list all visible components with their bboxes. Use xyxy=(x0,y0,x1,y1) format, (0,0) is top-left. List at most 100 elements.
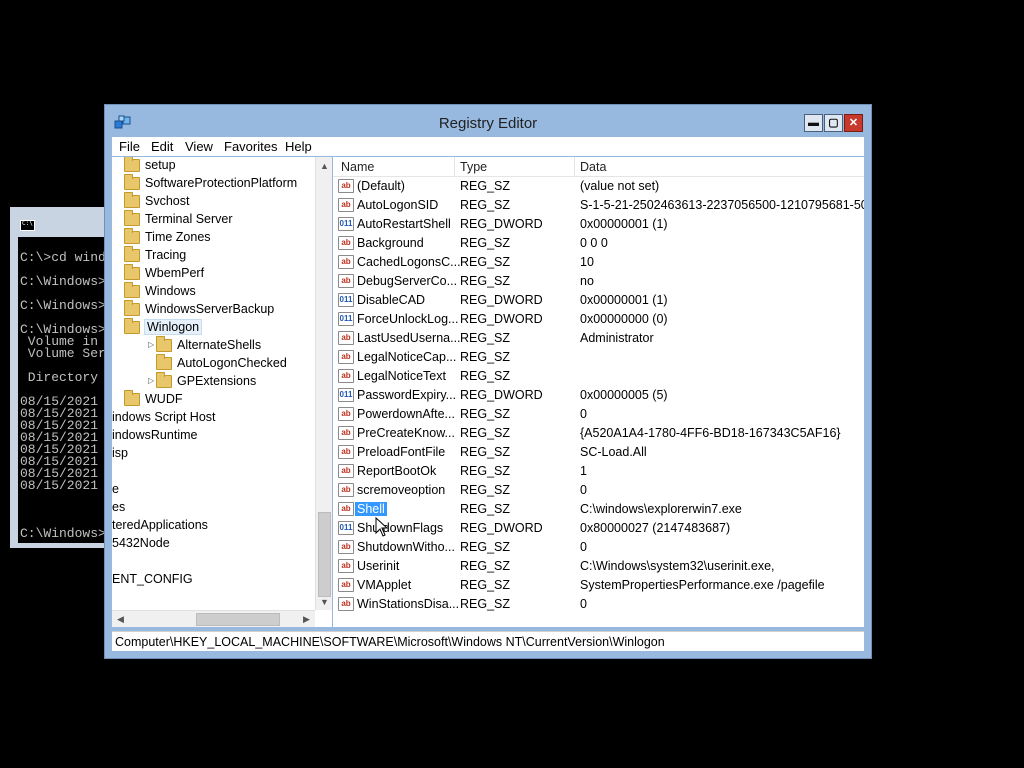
value-name: ShutdownFlags xyxy=(357,521,444,535)
value-row[interactable]: 011 ShutdownFlags REG_DWORD 0x80000027 (214… xyxy=(333,519,864,538)
value-type: REG_SZ xyxy=(460,578,511,592)
value-type: REG_DWORD xyxy=(460,293,543,307)
titlebar[interactable]: Registry Editor ▬ ▢ ✕ xyxy=(105,105,871,137)
scroll-right-arrow-icon[interactable]: ▶ xyxy=(298,611,315,627)
value-row[interactable]: ab CachedLogonsC... REG_SZ 10 xyxy=(333,253,864,272)
tree-scroll-thumb[interactable] xyxy=(318,512,331,597)
folder-icon xyxy=(124,300,140,316)
menu-edit[interactable]: Edit xyxy=(151,139,173,154)
value-data: 1 xyxy=(580,464,587,478)
tree-item-label: WindowsServerBackup xyxy=(145,302,275,316)
value-row[interactable]: ab Userinit REG_SZ C:\Windows\system32\user… xyxy=(333,557,864,576)
value-row[interactable]: ab ShutdownWitho... REG_SZ 0 xyxy=(333,538,864,557)
tree-item-label: Windows xyxy=(145,284,196,298)
value-type: REG_SZ xyxy=(460,407,511,421)
console-line: C:\Windows> xyxy=(20,526,106,541)
column-divider[interactable] xyxy=(454,157,455,177)
close-button[interactable]: ✕ xyxy=(844,114,863,132)
tree-item-label: Time Zones xyxy=(145,230,211,244)
scroll-left-arrow-icon[interactable]: ◀ xyxy=(112,611,129,627)
folder-icon xyxy=(124,157,140,172)
column-divider[interactable] xyxy=(574,157,575,177)
maximize-button[interactable]: ▢ xyxy=(824,114,843,132)
string-value-icon: ab xyxy=(338,483,354,497)
string-value-icon: ab xyxy=(338,559,354,573)
value-data: 0 xyxy=(580,597,587,611)
menu-view[interactable]: View xyxy=(185,139,213,154)
value-row[interactable]: ab VMApplet REG_SZ SystemPropertiesPerforma… xyxy=(333,576,864,595)
value-name: LegalNoticeCap... xyxy=(357,350,457,364)
value-row[interactable]: ab LegalNoticeText REG_SZ xyxy=(333,367,864,386)
column-header-data[interactable]: Data xyxy=(580,160,606,174)
value-data: C:\windows\explorerwin7.exe xyxy=(580,502,742,516)
value-name: LastUsedUserna... xyxy=(357,331,461,345)
value-name: LegalNoticeText xyxy=(357,369,446,383)
key-path: Computer\HKEY_LOCAL_MACHINE\SOFTWARE\Mic… xyxy=(115,635,665,649)
folder-icon xyxy=(124,210,140,226)
expand-arrow-icon[interactable]: ▷ xyxy=(148,340,156,349)
folder-icon xyxy=(124,192,140,208)
value-data: 0x00000005 (5) xyxy=(580,388,668,402)
menu-help[interactable]: Help xyxy=(285,139,312,154)
binary-value-icon: 011 xyxy=(338,312,354,326)
tree-item-label: es xyxy=(112,500,126,514)
command-prompt-window[interactable]: C:\>cd wind C:\Windows> C:\Windows> C:\W… xyxy=(10,207,106,548)
value-row[interactable]: 011 DisableCAD REG_DWORD 0x00000001 (1) xyxy=(333,291,864,310)
value-row[interactable]: ab Background REG_SZ 0 0 0 xyxy=(333,234,864,253)
value-row[interactable]: ab AutoLogonSID REG_SZ S-1-5-21-2502463613-… xyxy=(333,196,864,215)
string-value-icon: ab xyxy=(338,407,354,421)
column-header-type[interactable]: Type xyxy=(460,160,487,174)
value-type: REG_SZ xyxy=(460,236,511,250)
value-row[interactable]: ab Shell REG_SZ C:\windows\explorerwin7.exe xyxy=(333,500,864,519)
tree-item-label: teredApplications xyxy=(112,518,208,532)
value-list-pane[interactable]: Name Type Data ab (Default) REG_SZ (value n… xyxy=(333,157,864,627)
value-name: Shell xyxy=(355,502,387,516)
tree-item-label: WbemPerf xyxy=(145,266,205,280)
tree-vertical-scrollbar[interactable]: ▲ ▼ xyxy=(315,157,332,610)
registry-editor-window[interactable]: Registry Editor ▬ ▢ ✕ File Edit View Fav… xyxy=(104,104,872,659)
binary-value-icon: 011 xyxy=(338,293,354,307)
value-row[interactable]: ab scremoveoption REG_SZ 0 xyxy=(333,481,864,500)
menu-file[interactable]: File xyxy=(119,139,140,154)
key-tree-pane[interactable]: setup SoftwareProtectionPlatform Svchost Te… xyxy=(112,157,332,627)
minimize-button[interactable]: ▬ xyxy=(804,114,823,132)
value-row[interactable]: 011 AutoRestartShell REG_DWORD 0x00000001 (… xyxy=(333,215,864,234)
value-row[interactable]: ab LastUsedUserna... REG_SZ Administrator xyxy=(333,329,864,348)
value-row[interactable]: ab PreCreateKnow... REG_SZ {A520A1A4-1780-4… xyxy=(333,424,864,443)
column-header-name[interactable]: Name xyxy=(341,160,374,174)
expand-arrow-icon[interactable]: ▷ xyxy=(148,376,156,385)
menu-favorites[interactable]: Favorites xyxy=(224,139,277,154)
value-data: 0x80000027 (2147483687) xyxy=(580,521,731,535)
command-prompt-titlebar[interactable] xyxy=(10,207,106,237)
folder-icon xyxy=(156,354,172,370)
binary-value-icon: 011 xyxy=(338,521,354,535)
value-row[interactable]: 011 ForceUnlockLog... REG_DWORD 0x00000000 … xyxy=(333,310,864,329)
value-type: REG_SZ xyxy=(460,445,511,459)
value-name: ShutdownWitho... xyxy=(357,540,455,554)
tree-horizontal-scrollbar[interactable]: ◀ ▶ xyxy=(112,610,315,627)
value-row[interactable]: ab LegalNoticeCap... REG_SZ xyxy=(333,348,864,367)
value-name: (Default) xyxy=(357,179,405,193)
tree-item-label: Winlogon xyxy=(143,319,203,335)
value-name: PreloadFontFile xyxy=(357,445,446,459)
value-name: PowerdownAfte... xyxy=(357,407,455,421)
value-name: Background xyxy=(357,236,424,250)
value-row[interactable]: ab DebugServerCo... REG_SZ no xyxy=(333,272,864,291)
scroll-down-arrow-icon[interactable]: ▼ xyxy=(316,593,332,610)
value-row[interactable]: ab (Default) REG_SZ (value not set) xyxy=(333,177,864,196)
value-name: PreCreateKnow... xyxy=(357,426,455,440)
value-data: {A520A1A4-1780-4FF6-BD18-167343C5AF16} xyxy=(580,426,841,440)
value-row[interactable]: ab PowerdownAfte... REG_SZ 0 xyxy=(333,405,864,424)
tree-item-label: indowsRuntime xyxy=(112,428,198,442)
value-row[interactable]: ab PreloadFontFile REG_SZ SC-Load.All xyxy=(333,443,864,462)
value-row[interactable]: ab WinStationsDisa... REG_SZ 0 xyxy=(333,595,864,614)
console-icon xyxy=(20,220,35,231)
value-type: REG_SZ xyxy=(460,369,511,383)
mouse-pointer-icon xyxy=(375,517,389,537)
folder-icon xyxy=(156,336,172,352)
folder-icon xyxy=(124,246,140,262)
tree-hscroll-thumb[interactable] xyxy=(196,613,280,626)
value-row[interactable]: 011 PasswordExpiry... REG_DWORD 0x00000005 … xyxy=(333,386,864,405)
value-row[interactable]: ab ReportBootOk REG_SZ 1 xyxy=(333,462,864,481)
scroll-up-arrow-icon[interactable]: ▲ xyxy=(316,157,332,174)
